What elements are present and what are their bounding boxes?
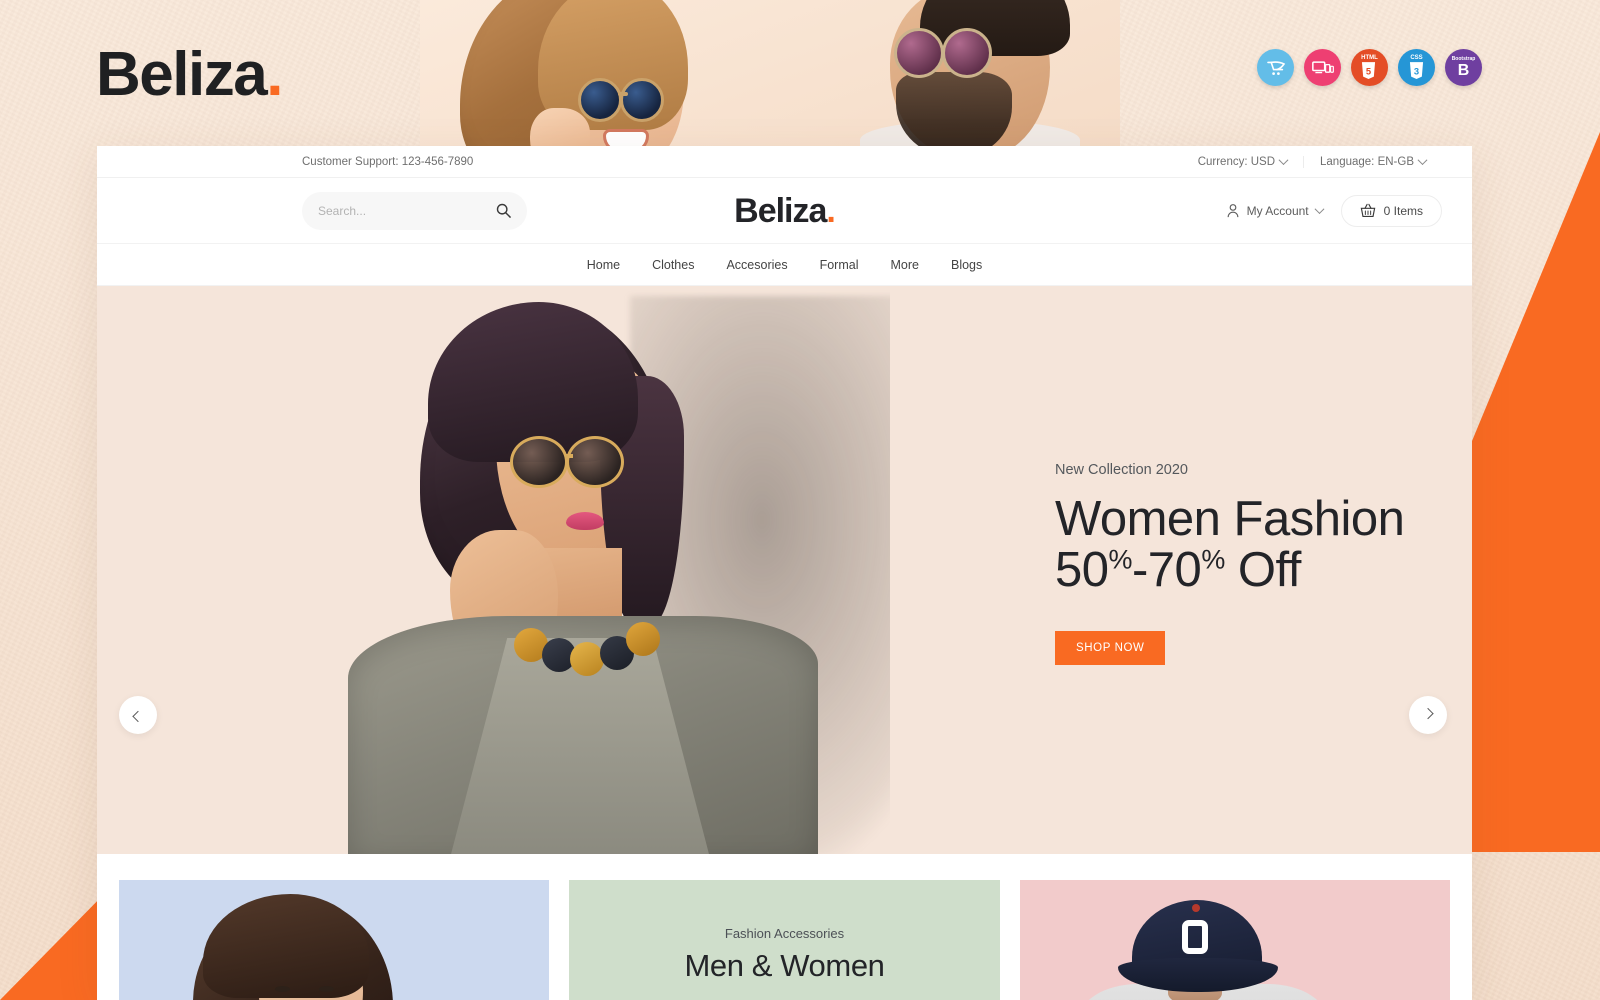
- currency-selector[interactable]: Currency: USD: [1182, 155, 1303, 168]
- chevron-down-icon: [1314, 204, 1325, 215]
- slider-prev-button[interactable]: [119, 696, 157, 734]
- bootstrap-badge-letter: B: [1457, 61, 1470, 79]
- card-accessories-kicker: Fashion Accessories: [724, 926, 845, 941]
- hero-copy: New Collection 2020 Women Fashion 50%-70…: [1055, 462, 1405, 665]
- cart-items-count: 0 Items: [1383, 203, 1423, 218]
- card-men-cap-button: [1191, 904, 1200, 912]
- hero-model-sunglass-left: [510, 436, 568, 488]
- hero-dash: -: [1131, 543, 1148, 598]
- model-right-sunglass-left: [894, 28, 944, 78]
- model-right-sunglass-right: [942, 28, 992, 78]
- hero-percent-1: %: [1108, 545, 1133, 576]
- currency-label: Currency: USD: [1197, 155, 1276, 168]
- cart-button[interactable]: 0 Items: [1340, 194, 1442, 227]
- css3-badge: CSS 3: [1398, 49, 1435, 86]
- slider-next-button[interactable]: [1409, 696, 1447, 734]
- site-logo-dot: .: [826, 191, 836, 230]
- language-label: Language: EN-GB: [1320, 155, 1414, 168]
- header-right-tools: My Account 0 Items: [1226, 194, 1442, 227]
- bootstrap-badge: Bootstrap B: [1445, 49, 1482, 86]
- card-women-fringe: [203, 894, 369, 998]
- nav-item-home[interactable]: Home: [587, 258, 620, 272]
- nav-item-blogs[interactable]: Blogs: [951, 258, 982, 272]
- card-women[interactable]: [119, 880, 550, 1000]
- card-men-cap-logo: [1181, 920, 1208, 954]
- site-mockup: Customer Support: 123-456-7890 Currency:…: [97, 146, 1472, 1000]
- chevron-right-icon: [1422, 707, 1434, 720]
- hero-model-necklace: [512, 612, 662, 676]
- nav-item-formal[interactable]: Formal: [820, 258, 859, 272]
- card-women-eye-left: [275, 986, 290, 992]
- hero-model-sunglass-right: [566, 436, 624, 488]
- css3-badge-top: CSS: [1410, 55, 1423, 61]
- main-navigation: Home Clothes Accesories Formal More Blog…: [97, 244, 1472, 286]
- hero-discount-to: 70: [1147, 543, 1202, 598]
- category-cards: Fashion Accessories Men & Women: [97, 854, 1472, 1000]
- model-left-sunglass-bridge: [618, 92, 628, 96]
- my-account-label: My Account: [1246, 203, 1309, 218]
- necklace-disc: [570, 642, 604, 676]
- chevron-down-icon: [1278, 155, 1289, 166]
- brand-wordmark: Beliza.: [96, 44, 283, 106]
- html5-badge-top: HTML: [1361, 55, 1378, 61]
- site-logo-text: Beliza: [734, 191, 827, 230]
- hero-off-word: Off: [1224, 543, 1301, 598]
- my-account-menu[interactable]: My Account: [1226, 203, 1325, 218]
- language-selector[interactable]: Language: EN-GB: [1303, 155, 1442, 168]
- search-box[interactable]: [302, 191, 527, 230]
- brand-wordmark-dot: .: [266, 40, 283, 109]
- model-left-hand: [530, 108, 590, 150]
- model-left-sunglass-right: [620, 78, 664, 122]
- shop-now-button[interactable]: SHOP NOW: [1055, 630, 1166, 665]
- hero-model-photo: [300, 286, 890, 854]
- svg-text:3: 3: [1414, 66, 1419, 76]
- hero-kicker: New Collection 2020: [1055, 462, 1188, 478]
- technology-badges: HTML 5 CSS 3 Bootstrap B: [1257, 49, 1482, 86]
- customer-support-text: Customer Support: 123-456-7890: [302, 155, 474, 168]
- svg-text:5: 5: [1366, 66, 1371, 76]
- hero-discount-from: 50: [1055, 543, 1109, 598]
- opencart-badge: [1257, 49, 1294, 86]
- model-left-sunglass-left: [578, 78, 622, 122]
- chevron-left-icon: [132, 710, 144, 723]
- card-women-eye-right: [319, 986, 334, 992]
- hero-title-line1: Women Fashion: [1055, 492, 1405, 546]
- hero-percent-2: %: [1201, 545, 1225, 576]
- model-right-beard: [896, 72, 1012, 150]
- card-accessories[interactable]: Fashion Accessories Men & Women: [569, 880, 1000, 1000]
- responsive-badge: [1304, 49, 1341, 86]
- user-icon: [1227, 204, 1238, 218]
- card-men[interactable]: [1019, 880, 1450, 1000]
- hero-title: Women Fashion 50%-70% Off: [1055, 492, 1405, 597]
- card-accessories-title: Men & Women: [684, 948, 885, 983]
- utility-topbar-right: Currency: USD Language: EN-GB: [1182, 155, 1442, 168]
- search-button[interactable]: [496, 203, 511, 218]
- hero-models-photo: [420, 0, 1120, 150]
- nav-item-clothes[interactable]: Clothes: [652, 258, 694, 272]
- chevron-down-icon: [1417, 155, 1428, 166]
- brand-wordmark-text: Beliza: [96, 40, 268, 109]
- nav-item-accesories[interactable]: Accesories: [726, 258, 787, 272]
- html5-badge: HTML 5: [1351, 49, 1388, 86]
- hero-title-line2: 50%-70% Off: [1055, 545, 1404, 596]
- utility-topbar: Customer Support: 123-456-7890 Currency:…: [97, 146, 1472, 178]
- hero-model-lips: [566, 512, 604, 530]
- hero-slider: New Collection 2020 Women Fashion 50%-70…: [97, 286, 1472, 854]
- site-header: Beliza. My Account 0 Items: [97, 178, 1472, 244]
- necklace-disc: [626, 622, 660, 656]
- bootstrap-badge-top: Bootstrap: [1451, 55, 1476, 62]
- hero-model-sunglass-bridge: [565, 454, 573, 458]
- search-input[interactable]: [318, 203, 496, 218]
- nav-item-more[interactable]: More: [891, 258, 919, 272]
- basket-icon: [1360, 203, 1375, 217]
- card-accessories-copy: Fashion Accessories Men & Women: [569, 926, 999, 984]
